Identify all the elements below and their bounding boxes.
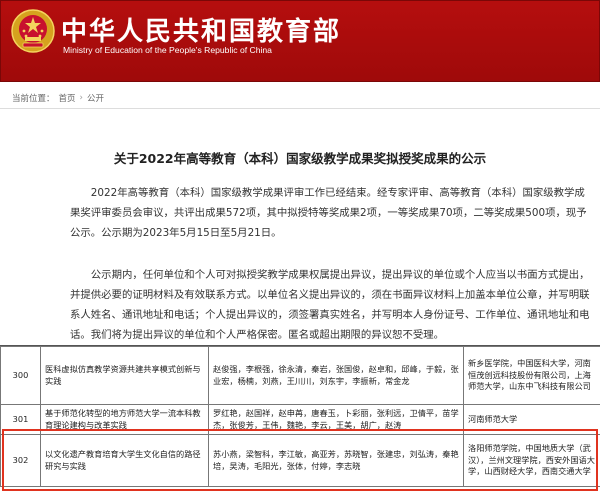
article-paragraph: 公示期内，任何单位和个人可对拟授奖教学成果权属提出异议，提出异议的单位或个人应当… <box>70 269 590 341</box>
breadcrumb-separator: › <box>79 93 83 103</box>
achievement-name: 医科虚拟仿真教学资源共建共享模式创新与实践 <box>40 346 209 405</box>
table-row: 300 医科虚拟仿真教学资源共建共享模式创新与实践 赵俊强，李根强，徐永清，秦岩… <box>0 346 600 405</box>
achievement-name: 以文化遗产教育培育大学生文化自信的路径研究与实践 <box>40 434 209 487</box>
row-number: 300 <box>0 346 41 405</box>
team-members: 赵俊强，李根强，徐永清，秦岩，张国俊，赵卓和，邱峰，于毅，张业宏，杨楠，刘燕，王… <box>208 346 464 405</box>
row-number: 301 <box>0 404 41 435</box>
award-table: 300 医科虚拟仿真教学资源共建共享模式创新与实践 赵俊强，李根强，徐永清，秦岩… <box>0 346 600 487</box>
team-members: 罗红艳，赵国祥，赵申苒，唐春玉，卜彩丽，张利远，卫倩平，苗学杰，张俊芳，王伟，魏… <box>208 404 464 435</box>
team-members: 苏小燕，梁智科，李江敏，高亚芳，苏晓智，张建忠，刘弘涛，秦艳培，吴涛，毛阳光，张… <box>208 434 464 487</box>
article-paragraph: 2022年高等教育（本科）国家级教学成果评审工作已经结束。经专家评审、高等教育（… <box>70 187 587 239</box>
breadcrumb-home-link[interactable]: 首页 <box>59 92 76 104</box>
institutions: 河南师范大学 <box>463 404 600 435</box>
institutions: 洛阳师范学院，中国地质大学（武汉），兰州文理学院，西安外国语大学，山西财经大学，… <box>463 434 600 487</box>
breadcrumb-current-link[interactable]: 公开 <box>87 92 104 104</box>
site-name[interactable]: 中华人民共和国教育部 <box>61 11 341 48</box>
table-row: 301 基于师范化转型的地方师范大学一流本科教育理论建构与改革实践 罗红艳，赵国… <box>0 404 600 435</box>
achievement-name: 基于师范化转型的地方师范大学一流本科教育理论建构与改革实践 <box>40 404 209 435</box>
award-table-crop: 300 医科虚拟仿真教学资源共建共享模式创新与实践 赵俊强，李根强，徐永清，秦岩… <box>0 345 600 493</box>
table-row: 302 以文化遗产教育培育大学生文化自信的路径研究与实践 苏小燕，梁智科，李江敏… <box>0 434 600 487</box>
institutions: 新乡医学院，中国医科大学，河南恒茂创远科技股份有限公司，上海师范大学，山东中飞科… <box>463 346 600 405</box>
site-header: 中华人民共和国教育部 Ministry of Education of the … <box>0 0 600 82</box>
national-emblem-icon[interactable] <box>11 9 55 53</box>
row-number: 302 <box>0 434 41 487</box>
article-title: 关于2022年高等教育（本科）国家级教学成果奖拟授奖成果的公示 <box>113 151 487 166</box>
breadcrumb-prefix: 当前位置： <box>12 94 55 104</box>
site-name-en: Ministry of Education of the People's Re… <box>63 45 272 55</box>
breadcrumb: 当前位置： 首页 › 公开 <box>12 92 104 104</box>
